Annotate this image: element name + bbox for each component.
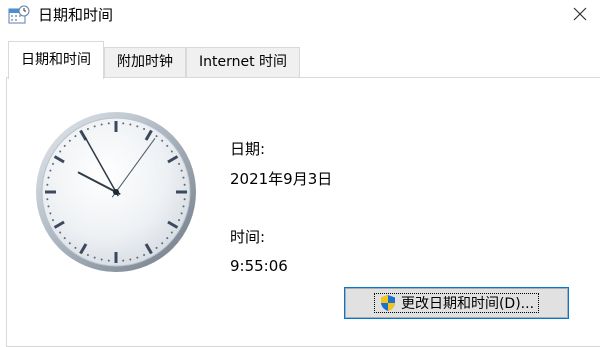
minute-tick (47, 205, 50, 208)
minute-tick (107, 122, 110, 125)
tab-strip: 日期和时间 附加时钟 Internet 时间 (0, 40, 600, 79)
minute-tick (86, 254, 89, 257)
tab-internet-time[interactable]: Internet 时间 (186, 47, 300, 77)
minute-tick (46, 198, 49, 201)
minute-tick (46, 183, 49, 186)
minute-tick (178, 219, 181, 222)
minute-tick (136, 125, 139, 128)
time-value: 9:55:06 (230, 257, 288, 275)
minute-tick (86, 127, 89, 130)
minute-tick (49, 169, 52, 172)
minute-tick (74, 135, 77, 138)
minute-tick (100, 123, 103, 126)
minute-tick (100, 258, 103, 261)
minute-tick (68, 139, 71, 142)
time-label: 时间: (230, 228, 266, 246)
minute-tick (182, 205, 185, 208)
minute-tick (170, 231, 173, 234)
minute-tick (47, 176, 50, 179)
minute-tick (143, 127, 146, 130)
date-time-app-icon (8, 5, 30, 25)
minute-tick (63, 237, 66, 240)
date-label: 日期: (230, 140, 266, 158)
minute-tick (63, 144, 66, 147)
minute-tick (136, 256, 139, 259)
minute-tick (143, 254, 146, 257)
minute-tick (183, 183, 186, 186)
change-date-time-button[interactable]: 更改日期和时间(D)... (344, 287, 569, 319)
analog-clock (30, 108, 206, 284)
minute-tick (161, 139, 164, 142)
minute-tick (93, 125, 96, 128)
minute-tick (59, 231, 62, 234)
minute-tick (170, 150, 173, 153)
minute-tick (155, 246, 158, 249)
minute-tick (129, 258, 132, 261)
title-bar: 日期和时间 (0, 0, 600, 30)
minute-tick (74, 246, 77, 249)
minute-tick (161, 242, 164, 245)
minute-tick (155, 135, 158, 138)
window-title: 日期和时间 (38, 6, 114, 24)
tab-additional-clocks[interactable]: 附加时钟 (104, 47, 186, 77)
minute-tick (166, 237, 169, 240)
clock-center (113, 189, 119, 195)
minute-tick (122, 259, 125, 262)
minute-tick (59, 150, 62, 153)
minute-tick (68, 242, 71, 245)
minute-tick (129, 123, 132, 126)
tab-date-time[interactable]: 日期和时间 (8, 41, 104, 79)
minute-tick (166, 144, 169, 147)
minute-tick (178, 162, 181, 165)
date-value: 2021年9月3日 (230, 170, 333, 188)
minute-tick (122, 122, 125, 125)
minute-tick (183, 198, 186, 201)
change-date-time-label: 更改日期和时间(D)... (400, 296, 535, 312)
minute-tick (180, 212, 183, 215)
minute-tick (180, 169, 183, 172)
minute-tick (49, 212, 52, 215)
minute-tick (182, 176, 185, 179)
close-icon (573, 7, 587, 21)
uac-shield-icon (379, 294, 397, 312)
minute-tick (107, 259, 110, 262)
close-button[interactable] (560, 0, 600, 28)
minute-tick (93, 256, 96, 259)
minute-tick (51, 162, 54, 165)
minute-tick (51, 219, 54, 222)
